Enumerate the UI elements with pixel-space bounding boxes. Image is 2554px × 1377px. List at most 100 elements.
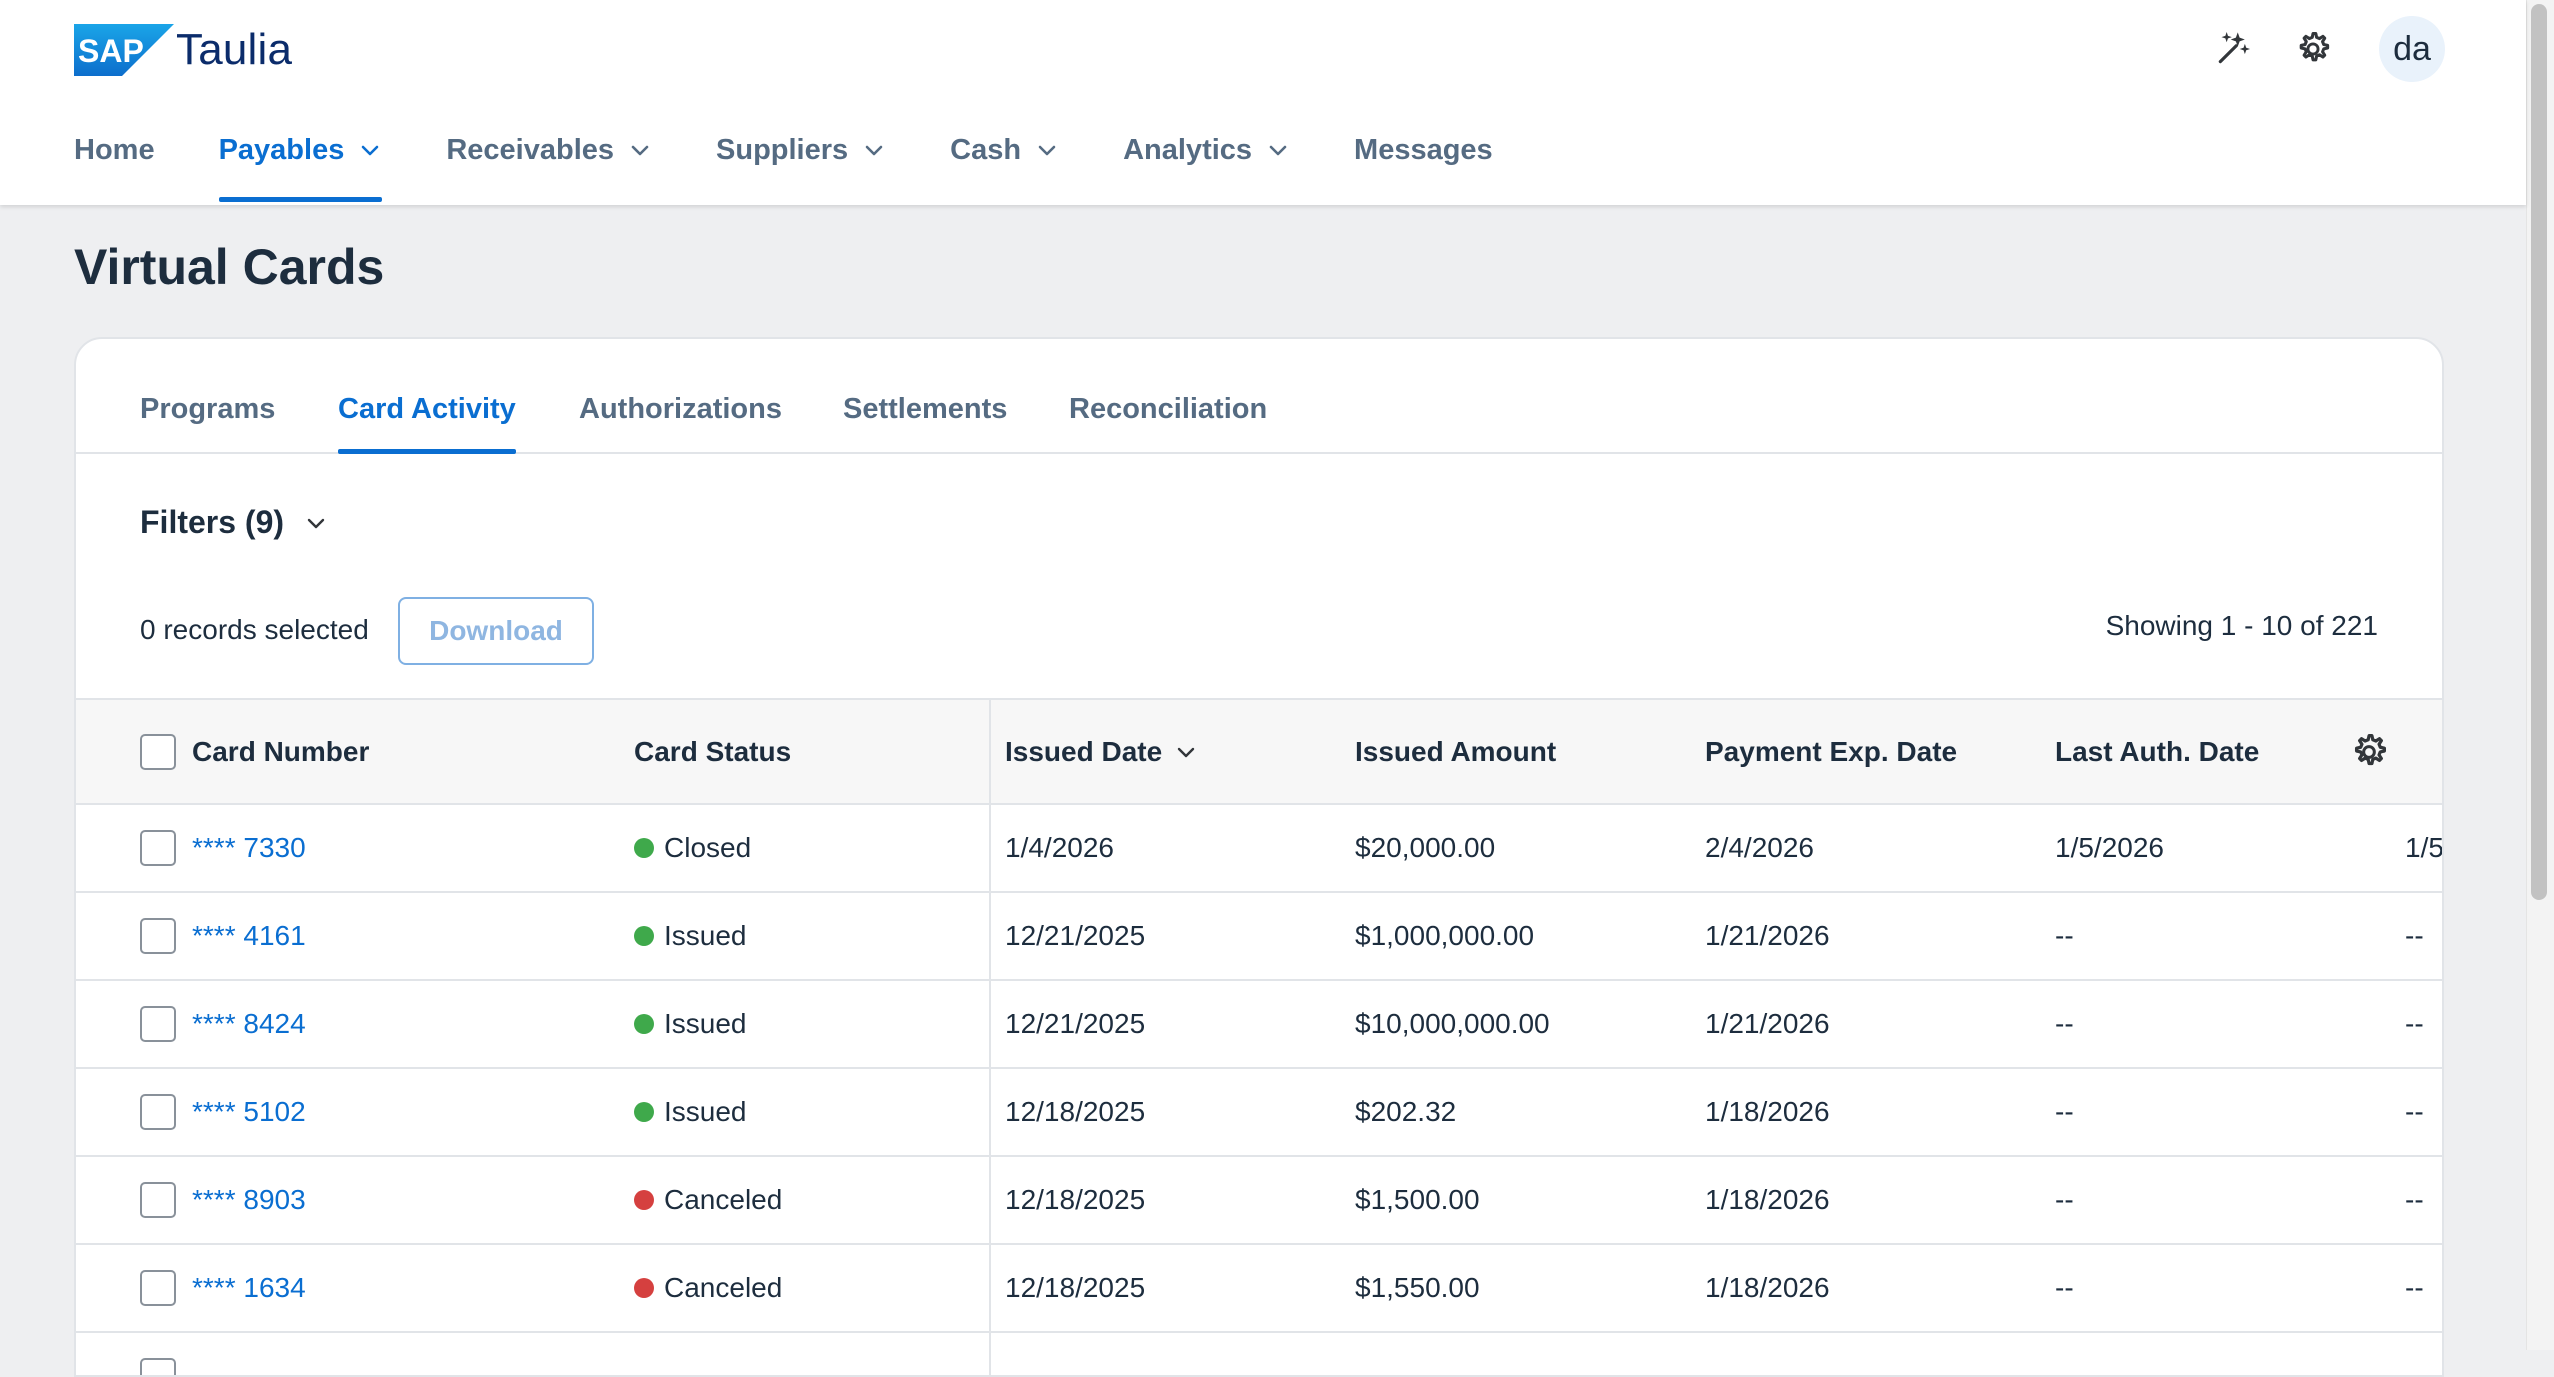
gear-icon[interactable] [2290, 26, 2336, 72]
card-number-link[interactable]: **** 4161 [192, 920, 306, 952]
select-all-checkbox[interactable] [140, 733, 176, 770]
card-number-link[interactable]: **** 8424 [192, 1008, 306, 1040]
table-row[interactable]: **** 7330 Closed 1/4/2026 $20,000.00 2/4… [76, 805, 2442, 893]
row-checkbox[interactable] [140, 1270, 176, 1306]
card-activity-table: Card Number Card Status Issued Date Issu… [76, 698, 2442, 1375]
issued-amount: $202.32 [1355, 1096, 1457, 1127]
virtual-cards-panel: Programs Card Activity Authorizations Se… [74, 337, 2444, 1377]
nav-item-analytics[interactable]: Analytics [1123, 128, 1290, 172]
brand-name: Taulia [176, 25, 293, 74]
row-checkbox[interactable] [140, 1358, 176, 1375]
column-header-last-auth-date[interactable]: Last Auth. Date [2055, 736, 2259, 768]
card-number-link[interactable]: **** 1634 [192, 1272, 306, 1304]
sap-taulia-logo[interactable]: SAP Taulia [74, 24, 292, 76]
status-text: Issued [664, 920, 747, 951]
table-row[interactable]: **** 5102 Issued 12/18/2025 $202.32 1/18… [76, 1069, 2442, 1157]
tab-reconciliation[interactable]: Reconciliation [1069, 393, 1267, 426]
issued-date: 12/18/2025 [1005, 1096, 1146, 1127]
filters-label: Filters (9) [140, 504, 285, 540]
last-auth-date: -- [2055, 1008, 2074, 1039]
table-row[interactable]: **** 8424 Issued 12/21/2025 $10,000,000.… [76, 981, 2442, 1069]
row-checkbox[interactable] [140, 1006, 176, 1042]
chevron-down-icon [1038, 145, 1056, 156]
last-auth-date: -- [2055, 1096, 2074, 1127]
chevron-down-icon [631, 145, 649, 156]
row-checkbox[interactable] [140, 1182, 176, 1218]
status-text: Canceled [664, 1272, 783, 1303]
overflow-column-value: -- [2405, 920, 2424, 951]
nav-item-messages[interactable]: Messages [1354, 128, 1493, 172]
chevron-down-icon [362, 145, 379, 156]
column-header-card-status[interactable]: Card Status [634, 736, 791, 768]
issued-amount: $1,000,000.00 [1355, 920, 1535, 951]
issued-amount: $1,500.00 [1355, 1184, 1480, 1215]
overflow-column-value: -- [2405, 1096, 2424, 1127]
card-status: Closed [634, 832, 751, 864]
nav-item-label: Suppliers [716, 133, 849, 166]
last-auth-date: -- [2055, 1184, 2074, 1215]
table-row[interactable] [76, 1333, 2442, 1375]
issued-amount: $10,000,000.00 [1355, 1008, 1550, 1039]
sort-descending-icon [1177, 747, 1195, 757]
nav-item-label: Receivables [446, 133, 615, 166]
page-scrollbar-thumb[interactable] [2531, 4, 2547, 900]
overflow-column-value: 1/5 [2405, 832, 2444, 863]
nav-item-cash[interactable]: Cash [950, 128, 1059, 172]
table-row[interactable]: **** 4161 Issued 12/21/2025 $1,000,000.0… [76, 893, 2442, 981]
row-checkbox[interactable] [140, 1094, 176, 1130]
issued-date: 12/18/2025 [1005, 1184, 1146, 1215]
table-body: **** 7330 Closed 1/4/2026 $20,000.00 2/4… [76, 805, 2442, 1375]
table-row[interactable]: **** 8903 Canceled 12/18/2025 $1,500.00 … [76, 1157, 2442, 1245]
payment-exp-date: 1/18/2026 [1705, 1184, 1830, 1215]
payment-exp-date: 1/21/2026 [1705, 1008, 1830, 1039]
row-checkbox[interactable] [140, 918, 176, 954]
payment-exp-date: 1/18/2026 [1705, 1096, 1830, 1127]
last-auth-date: -- [2055, 1272, 2074, 1303]
nav-item-receivables[interactable]: Receivables [446, 128, 652, 172]
status-dot-icon [634, 1102, 654, 1122]
app-header: SAP Taulia da Home Payables Receivables [0, 0, 2526, 205]
pagination-summary: Showing 1 - 10 of 221 [2105, 610, 2378, 641]
nav-item-payables[interactable]: Payables [218, 128, 383, 202]
chevron-down-icon [1269, 145, 1287, 156]
overflow-column-value: -- [2405, 1272, 2424, 1303]
download-button[interactable]: Download [398, 597, 594, 665]
card-number-link[interactable]: **** 8903 [192, 1184, 306, 1216]
svg-text:SAP: SAP [78, 33, 144, 69]
status-text: Closed [664, 832, 752, 863]
row-checkbox[interactable] [140, 830, 176, 866]
nav-item-label: Messages [1354, 133, 1493, 166]
issued-date: 1/4/2026 [1005, 832, 1114, 863]
card-status: Canceled [634, 1184, 782, 1216]
nav-item-suppliers[interactable]: Suppliers [716, 128, 886, 172]
user-avatar[interactable]: da [2379, 16, 2445, 82]
card-number-link[interactable]: **** 7330 [192, 832, 306, 864]
column-header-card-number[interactable]: Card Number [192, 736, 369, 768]
table-settings-gear-icon[interactable] [2349, 732, 2389, 772]
column-header-issued-amount[interactable]: Issued Amount [1355, 736, 1556, 768]
chevron-down-icon [307, 518, 325, 528]
payment-exp-date: 1/21/2026 [1705, 920, 1830, 951]
issued-date: 12/21/2025 [1005, 920, 1146, 951]
status-dot-icon [634, 1190, 654, 1210]
nav-item-label: Home [74, 133, 155, 166]
nav-item-home[interactable]: Home [74, 128, 155, 172]
issued-date: 12/18/2025 [1005, 1272, 1146, 1303]
table-row[interactable]: **** 1634 Canceled 12/18/2025 $1,550.00 … [76, 1245, 2442, 1333]
column-header-issued-date[interactable]: Issued Date [1005, 736, 1198, 768]
tab-card-activity[interactable]: Card Activity [338, 393, 516, 454]
column-header-payment-exp-date[interactable]: Payment Exp. Date [1705, 736, 1957, 768]
tab-settlements[interactable]: Settlements [843, 393, 1007, 426]
nav-item-label: Payables [218, 133, 345, 166]
tab-authorizations[interactable]: Authorizations [579, 393, 782, 426]
last-auth-date: -- [2055, 920, 2074, 951]
status-dot-icon [634, 926, 654, 946]
status-text: Issued [664, 1096, 747, 1127]
table-header-row: Card Number Card Status Issued Date Issu… [76, 698, 2442, 805]
magic-wand-icon[interactable] [2210, 26, 2256, 72]
tab-bar: Programs Card Activity Authorizations Se… [76, 339, 2442, 454]
card-number-link[interactable]: **** 5102 [192, 1096, 306, 1128]
tab-programs[interactable]: Programs [140, 393, 275, 426]
filters-toggle[interactable]: Filters (9) [140, 504, 328, 541]
issued-amount: $1,550.00 [1355, 1272, 1480, 1303]
